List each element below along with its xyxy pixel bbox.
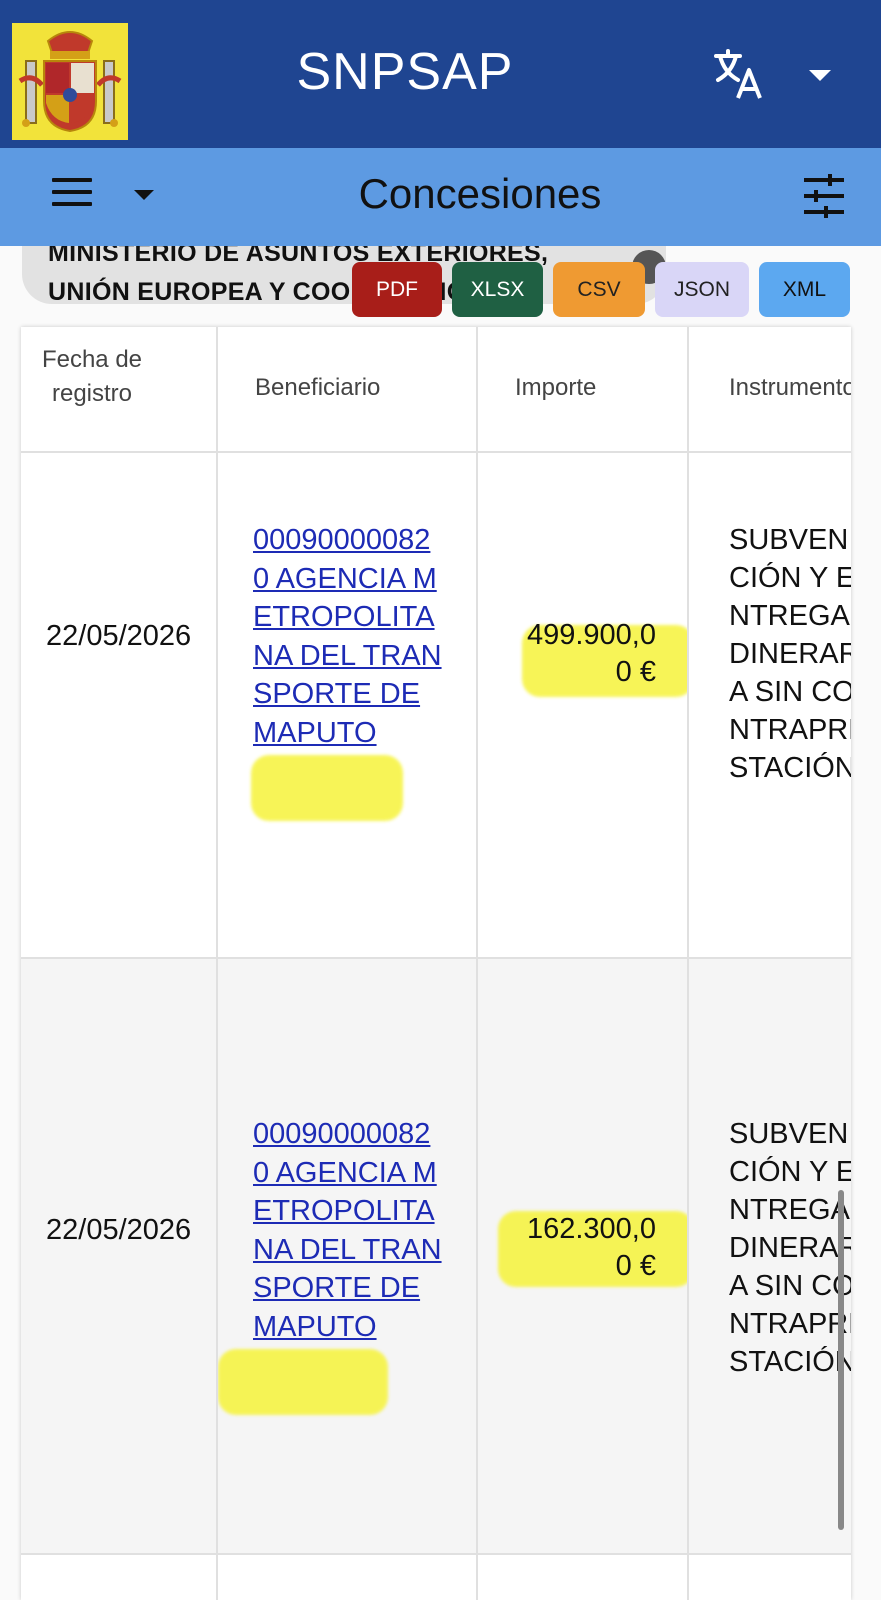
highlight-mark [218,1349,388,1415]
spain-coat-of-arms-logo [12,23,128,140]
page-title: Concesiones [358,170,602,217]
app-header: SNPSAP [0,0,881,148]
export-xlsx-button[interactable]: XLSX [452,262,543,317]
export-json-button[interactable]: JSON [655,262,749,317]
table-header-row: Fecha de registro Beneficiario Importe I… [21,327,851,453]
fecha-cell: 22/05/2026 [46,1214,192,1246]
beneficiario-link[interactable]: 000900000820 AGENCIA METROPOLITANA DEL T… [253,521,443,752]
translate-icon [714,49,762,99]
table-row[interactable] [21,1555,851,1600]
chevron-down-icon [809,70,831,81]
concessions-table[interactable]: Fecha de registro Beneficiario Importe I… [21,327,851,1600]
filter-settings-button[interactable] [800,172,848,220]
importe-cell: 162.300,00 € [526,1213,656,1282]
export-csv-button[interactable]: CSV [553,262,645,317]
column-header-fecha[interactable]: Fecha de registro [21,343,163,411]
instrumento-cell: SUBVENCIÓN y ENTREGA DINERARIA SIN CONTR… [729,1118,851,1378]
importe-cell: 499.900,00 € [526,619,656,688]
tune-sliders-icon [804,174,844,218]
app-title: SNPSAP [296,43,514,101]
export-pdf-button[interactable]: PDF [352,262,442,317]
section-bar: Concesiones [0,148,881,246]
chevron-down-icon [134,190,154,200]
column-header-beneficiario[interactable]: Beneficiario [255,374,380,402]
highlight-mark [251,755,403,821]
column-header-instrumento[interactable]: Instrumento [729,374,851,402]
beneficiario-link[interactable]: 000900000820 AGENCIA METROPOLITANA DEL T… [253,1115,443,1346]
fecha-cell: 22/05/2026 [46,620,192,652]
vertical-scrollbar[interactable] [838,1190,844,1530]
table-row[interactable]: 22/05/2026 000900000820 AGENCIA METROPOL… [21,453,851,959]
table-row[interactable]: 22/05/2026 000900000820 AGENCIA METROPOL… [21,959,851,1555]
main-menu-button[interactable] [48,174,168,220]
instrumento-cell: SUBVENCIÓN y ENTREGA DINERARIA SIN CONTR… [729,524,851,784]
export-xml-button[interactable]: XML [759,262,850,317]
column-header-importe[interactable]: Importe [515,374,596,402]
language-selector[interactable] [712,40,832,110]
